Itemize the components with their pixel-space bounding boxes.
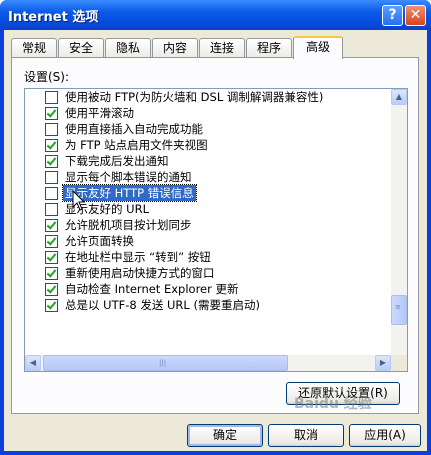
vertical-scroll-thumb[interactable]: ≡ bbox=[391, 295, 407, 325]
tab-security[interactable]: 安全 bbox=[58, 38, 104, 57]
scroll-corner bbox=[391, 355, 407, 371]
horizontal-scrollbar[interactable]: ◀ ||| ▶ bbox=[25, 355, 391, 371]
checkbox[interactable] bbox=[45, 91, 58, 104]
cancel-button[interactable]: 取消 bbox=[268, 424, 344, 447]
mouse-cursor-icon bbox=[72, 190, 86, 211]
tab-advanced[interactable]: 高级 bbox=[293, 36, 343, 59]
tab-connections[interactable]: 连接 bbox=[199, 38, 245, 57]
scroll-right-button[interactable]: ▶ bbox=[375, 355, 391, 371]
checkbox[interactable] bbox=[45, 251, 58, 264]
checkbox[interactable] bbox=[45, 203, 58, 216]
checkbox[interactable] bbox=[45, 171, 58, 184]
grip-icon: ≡ bbox=[395, 303, 401, 311]
checkbox[interactable] bbox=[45, 267, 58, 280]
help-button[interactable]: ? bbox=[382, 5, 403, 26]
dialog-client: 常规 安全 隐私 内容 连接 程序 高级 设置(S): 使用被动 FTP(为防火… bbox=[4, 30, 427, 451]
apply-button[interactable]: 应用(A) bbox=[349, 424, 421, 447]
horizontal-scroll-thumb[interactable]: ||| bbox=[43, 355, 288, 371]
internet-options-window: Internet 选项 ? ✕ 常规 安全 隐私 内容 连接 程序 高级 设置(… bbox=[0, 0, 431, 455]
tab-content[interactable]: 内容 bbox=[152, 38, 198, 57]
close-button[interactable]: ✕ bbox=[405, 5, 426, 26]
checkbox[interactable] bbox=[45, 219, 58, 232]
vertical-scrollbar[interactable]: ▲ ≡ ▼ bbox=[391, 89, 407, 371]
settings-label: 设置(S): bbox=[24, 70, 70, 84]
grip-icon: ||| bbox=[159, 359, 167, 367]
scroll-left-button[interactable]: ◀ bbox=[25, 355, 41, 371]
checkbox[interactable] bbox=[45, 139, 58, 152]
scroll-up-button[interactable]: ▲ bbox=[391, 89, 407, 105]
advanced-panel: 设置(S): 使用被动 FTP(为防火墙和 DSL 调制解调器兼容性) 使用平滑… bbox=[11, 57, 419, 414]
checkbox[interactable] bbox=[45, 107, 58, 120]
title-bar[interactable]: Internet 选项 ? ✕ bbox=[0, 0, 431, 30]
watermark: Baidu 经验 bbox=[294, 396, 372, 412]
tab-programs[interactable]: 程序 bbox=[246, 38, 292, 57]
checkbox[interactable] bbox=[45, 283, 58, 296]
tab-general[interactable]: 常规 bbox=[11, 38, 57, 57]
tab-privacy[interactable]: 隐私 bbox=[105, 38, 151, 57]
checkbox[interactable] bbox=[45, 187, 58, 200]
ok-button[interactable]: 确定 bbox=[187, 424, 263, 447]
checkbox[interactable] bbox=[45, 155, 58, 168]
checkbox[interactable] bbox=[45, 299, 58, 312]
checkbox[interactable] bbox=[45, 123, 58, 136]
settings-list[interactable]: 使用被动 FTP(为防火墙和 DSL 调制解调器兼容性) 使用平滑滚动 使用直接… bbox=[24, 88, 408, 372]
checkbox[interactable] bbox=[45, 235, 58, 248]
window-title: Internet 选项 bbox=[8, 10, 99, 25]
